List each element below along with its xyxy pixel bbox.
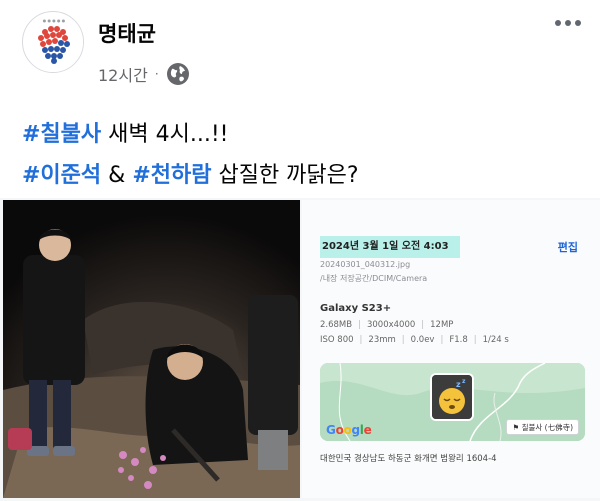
post-text-line-2: #이준석 & #천하람 삽질한 까닭은? (22, 157, 359, 189)
edit-button[interactable]: 편집 (558, 239, 578, 255)
aperture: F1.8 (434, 335, 467, 345)
avatar[interactable]: ● ● ● ● ● (22, 11, 84, 73)
hashtag-chilbulsa[interactable]: #칠불사 (22, 122, 101, 147)
location-tag[interactable]: ⚑ 칠불사 (七佛寺) (506, 419, 579, 435)
svg-text:● ● ● ● ●: ● ● ● ● ● (43, 18, 66, 23)
post-media: 2024년 3월 1일 오전 4:03 편집 20240301_040312.j… (0, 198, 600, 501)
more-options-icon (555, 20, 561, 26)
night-photo[interactable] (3, 200, 300, 498)
more-options-icon-dot (575, 20, 581, 26)
google-logo-letter: G (326, 423, 336, 437)
google-logo-letter: o (335, 423, 344, 437)
focal-length: 23mm (354, 335, 395, 345)
night-photo-illustration (3, 200, 300, 498)
exposure: 0.0ev (396, 335, 435, 345)
photo-date: 2024년 3월 1일 오전 4:03 (320, 236, 460, 258)
location-photo-thumbnail[interactable]: z z (430, 373, 474, 421)
google-logo: Google (326, 423, 372, 437)
post-text-line-1: #칠불사 새벽 4시...!! (22, 116, 228, 148)
file-size: 2.68MB (320, 320, 353, 330)
globe-icon[interactable] (166, 62, 190, 86)
author-name[interactable]: 명태균 (98, 18, 156, 48)
device-name: Galaxy S23+ (320, 303, 392, 314)
resolution: 3000x4000 (352, 320, 415, 330)
location-pin-icon: ⚑ (512, 423, 522, 432)
svg-text:z: z (456, 380, 461, 389)
hashtag-cheonharam[interactable]: #천하람 (132, 163, 211, 188)
google-logo-letter: g (351, 423, 360, 437)
svg-text:z: z (462, 378, 466, 385)
megapixels: 12MP (415, 320, 453, 330)
sleeping-face-icon: z z (432, 375, 472, 419)
hashtag-leejunseok[interactable]: #이준석 (22, 163, 101, 188)
location-address: 대한민국 경상남도 하동군 화개면 범왕리 1604-4 (320, 454, 497, 464)
shutter-speed: 1/24 s (468, 335, 509, 345)
photo-path: /내장 저장공간/DCIM/Camera (320, 274, 428, 283)
photo-specs-row-1: 2.68MB 3000x4000 12MP (320, 320, 453, 330)
photo-details-panel: 2024년 3월 1일 오전 4:03 편집 20240301_040312.j… (302, 200, 600, 498)
location-map[interactable]: z z Google ⚑ 칠불사 (七佛寺) (320, 363, 585, 441)
photo-filename: 20240301_040312.jpg (320, 260, 411, 269)
post-time[interactable]: 12시간 (98, 62, 148, 86)
meta-separator: · (154, 67, 159, 81)
profile-emblem-icon: ● ● ● ● ● (24, 13, 83, 72)
google-logo-letter: e (363, 423, 372, 437)
more-options-button[interactable] (550, 10, 586, 36)
post-text-segment: & (101, 163, 133, 188)
more-options-icon-dot (565, 20, 571, 26)
iso: ISO 800 (320, 335, 354, 345)
post-meta: 12시간 · (98, 61, 190, 87)
post-text-segment: 새벽 4시...!! (101, 122, 229, 147)
post-text-segment: 삽질한 까닭은? (211, 163, 359, 188)
location-tag-label: 칠불사 (七佛寺) (521, 423, 573, 432)
photo-specs-row-2: ISO 800 23mm 0.0ev F1.8 1/24 s (320, 335, 509, 345)
